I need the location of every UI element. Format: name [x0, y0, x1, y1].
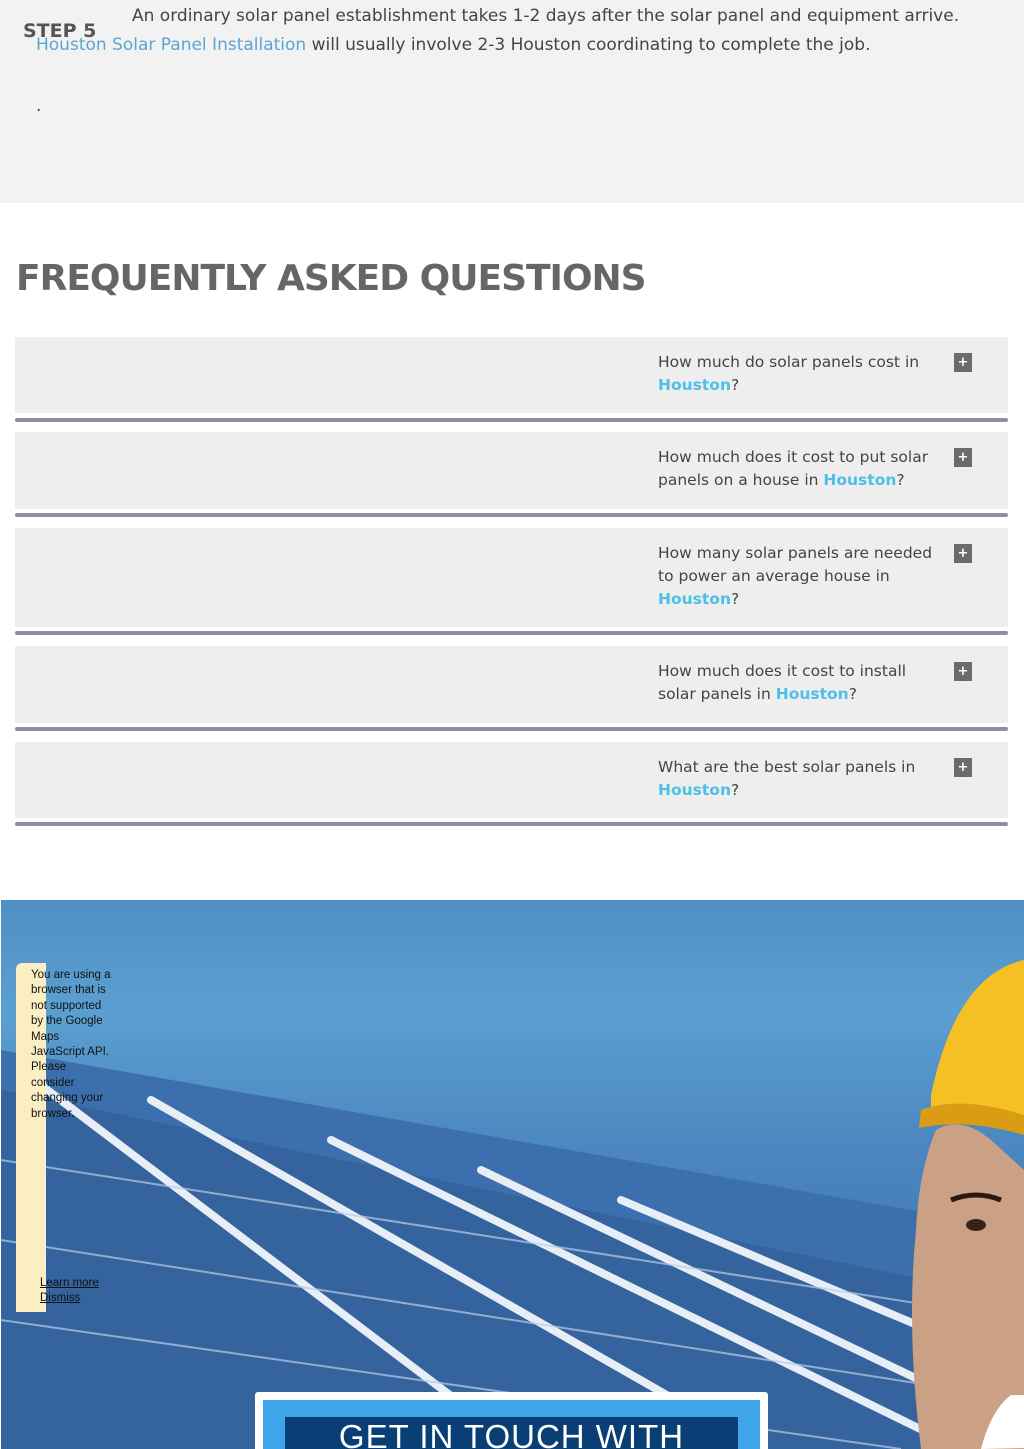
faq-item-3[interactable]: How many solar panels are needed to powe…	[15, 528, 1008, 627]
expand-plus-icon[interactable]: +	[954, 448, 972, 467]
faq-city: Houston	[775, 685, 849, 703]
faq-item-1[interactable]: How much do solar panels cost in Houston…	[15, 337, 1008, 413]
contact-title: GET IN TOUCH WITH	[338, 1418, 685, 1449]
maps-warning-text: You are using a browser that is not supp…	[31, 969, 111, 1120]
faq-divider	[15, 418, 1008, 422]
faq-suffix: ?	[848, 685, 857, 703]
faq-suffix: ?	[896, 471, 905, 489]
faq-question-text: How many solar panels are needed to powe…	[658, 544, 933, 585]
hero-solar-panels-image	[1, 900, 1024, 1449]
faq-suffix: ?	[730, 590, 740, 608]
expand-plus-icon[interactable]: +	[954, 662, 972, 681]
worker-figure	[912, 960, 1024, 1449]
faq-question: How much does it cost to put solar panel…	[658, 446, 948, 492]
faq-item-2[interactable]: How much does it cost to put solar panel…	[15, 432, 1008, 509]
faq-suffix: ?	[730, 376, 740, 394]
faq-city: Houston	[658, 781, 731, 799]
faq-heading: FREQUENTLY ASKED QUESTIONS	[16, 258, 647, 299]
step-text-after: will usually involve 2-3 Houston coordin…	[306, 35, 871, 55]
learn-more-link[interactable]: Learn more	[40, 1276, 99, 1291]
faq-question: How many solar panels are needed to powe…	[658, 542, 948, 611]
faq-city: Houston	[658, 376, 731, 394]
faq-divider	[15, 822, 1008, 826]
expand-plus-icon[interactable]: +	[954, 544, 972, 563]
faq-city: Houston	[823, 471, 897, 489]
faq-divider	[15, 727, 1008, 731]
faq-suffix: ?	[730, 781, 740, 799]
step-description: An ordinary solar panel establishment ta…	[36, 2, 976, 60]
hero-illustration	[1, 960, 1024, 1449]
installation-link[interactable]: Houston Solar Panel Installation	[36, 35, 306, 55]
faq-question: What are the best solar panels in Housto…	[658, 756, 948, 802]
faq-item-5[interactable]: What are the best solar panels in Housto…	[15, 742, 1008, 818]
dismiss-link[interactable]: Dismiss	[40, 1291, 99, 1306]
step-text-before: An ordinary solar panel establishment ta…	[132, 6, 960, 26]
expand-plus-icon[interactable]: +	[954, 758, 972, 777]
faq-item-4[interactable]: How much does it cost to install solar p…	[15, 646, 1008, 723]
faq-city: Houston	[658, 590, 731, 608]
faq-divider	[15, 513, 1008, 517]
faq-question-text: What are the best solar panels in	[658, 758, 916, 776]
faq-question: How much do solar panels cost in Houston…	[658, 351, 948, 397]
maps-warning-links: Learn more Dismiss	[40, 1276, 99, 1307]
step-dot: .	[36, 96, 42, 116]
faq-question-text: How much do solar panels cost in	[658, 353, 920, 371]
faq-divider	[15, 631, 1008, 635]
faq-question: How much does it cost to install solar p…	[658, 660, 948, 706]
expand-plus-icon[interactable]: +	[954, 353, 972, 372]
step-5-section: STEP 5 An ordinary solar panel establish…	[0, 0, 1024, 203]
